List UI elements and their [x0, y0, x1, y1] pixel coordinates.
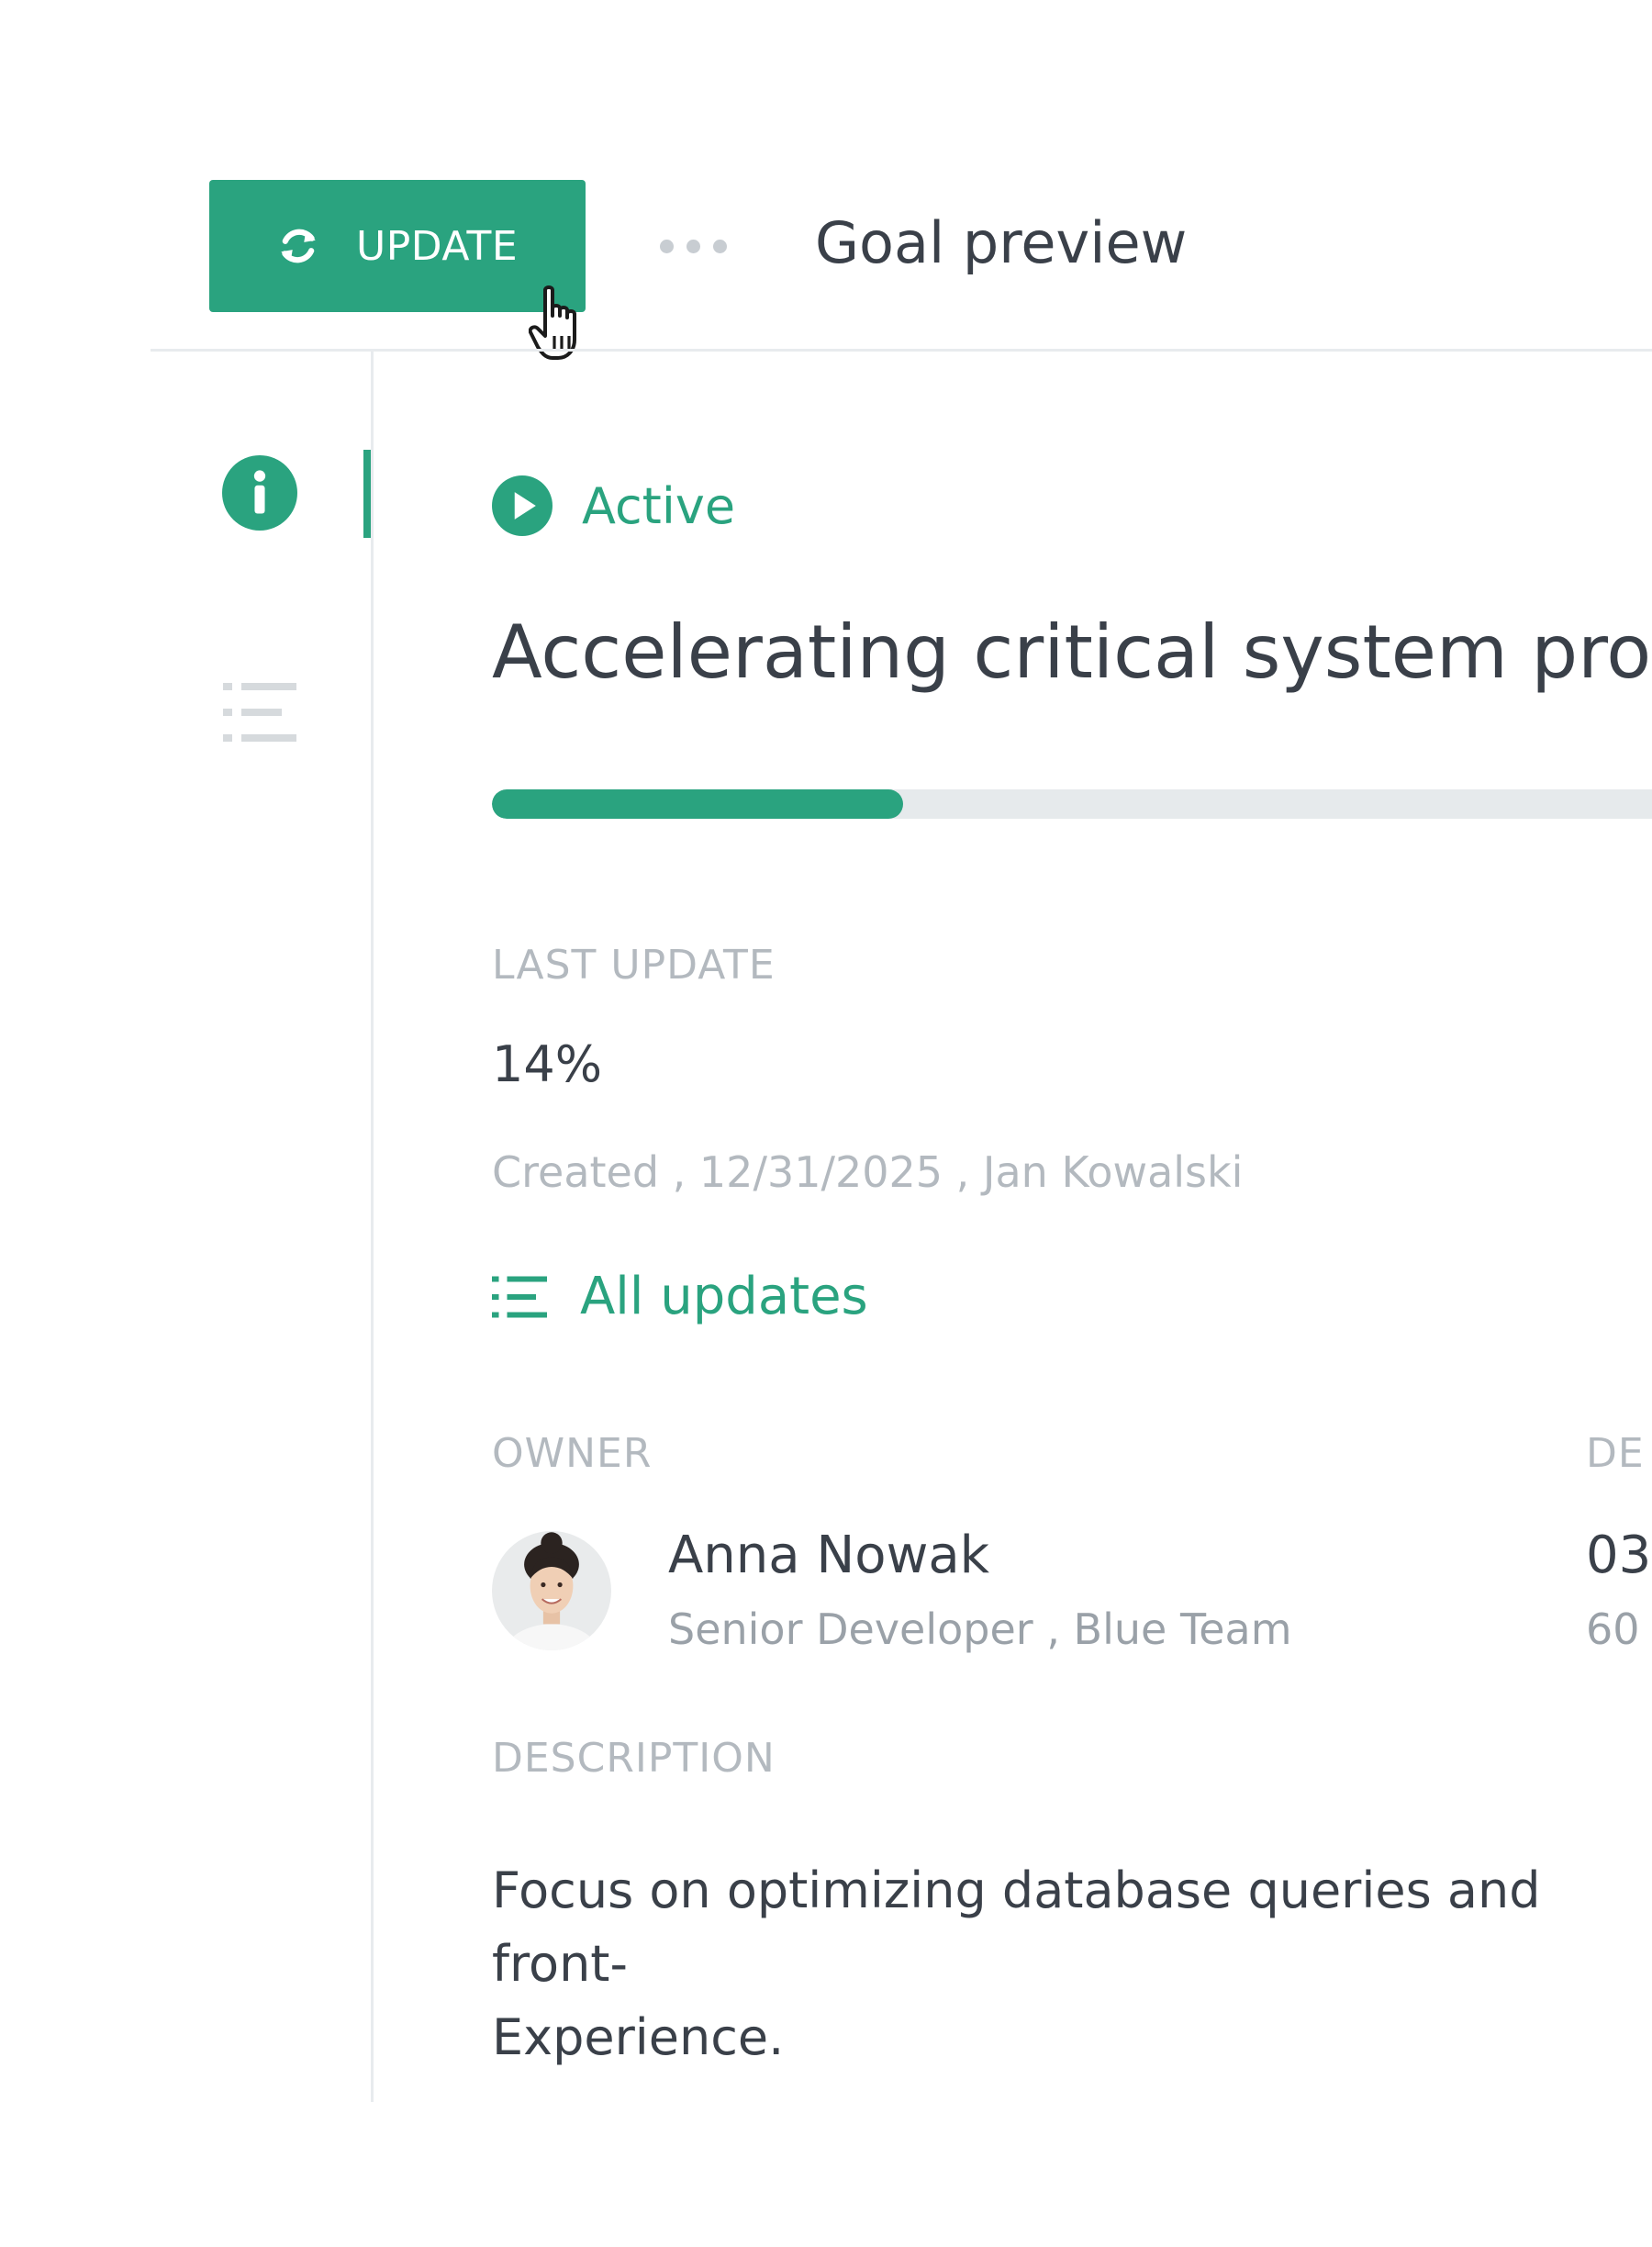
status-label: Active: [582, 476, 736, 535]
last-update-label: LAST UPDATE: [492, 942, 776, 989]
list-icon: [223, 683, 296, 742]
second-column-value: 03: [1586, 1526, 1652, 1585]
more-horizontal-icon: [686, 239, 700, 253]
update-button[interactable]: UPDATE: [209, 180, 586, 312]
sidebar-item-list[interactable]: [222, 679, 297, 745]
sidebar-active-indicator: [363, 450, 371, 538]
update-button-label: UPDATE: [356, 222, 519, 270]
list-icon: [492, 1276, 547, 1317]
description-label: DESCRIPTION: [492, 1735, 776, 1782]
more-horizontal-icon: [712, 239, 727, 253]
owner-label: OWNER: [492, 1430, 653, 1477]
more-horizontal-icon: [659, 239, 674, 253]
owner-role: Senior Developer , Blue Team: [668, 1604, 1292, 1654]
status-badge: Active: [492, 475, 735, 536]
sidebar-item-info[interactable]: [222, 455, 297, 531]
second-column-label: DE: [1586, 1430, 1645, 1477]
goal-progress-fill: [492, 789, 903, 819]
goal-preview-screen: UPDATE Goal preview Active Accelerating …: [0, 0, 1652, 2247]
goal-progress-bar: [492, 789, 1652, 819]
avatar: [492, 1531, 611, 1650]
sidebar-divider: [371, 352, 374, 2102]
last-update-value: 14%: [492, 1035, 603, 1093]
all-updates-link[interactable]: All updates: [492, 1267, 868, 1326]
owner-name: Anna Nowak: [668, 1526, 990, 1585]
page-title: Goal preview: [815, 209, 1188, 276]
all-updates-label: All updates: [580, 1267, 868, 1326]
second-column-sub: 60: [1586, 1604, 1640, 1654]
more-options-button[interactable]: [642, 226, 743, 266]
play-circle-icon: [492, 475, 553, 536]
last-update-meta: Created , 12/31/2025 , Jan Kowalski: [492, 1147, 1244, 1197]
description-text: Focus on optimizing database queries and…: [492, 1861, 1541, 2066]
header-divider: [151, 349, 1652, 352]
refresh-icon: [281, 229, 316, 263]
goal-title: Accelerating critical system proce: [492, 609, 1652, 695]
